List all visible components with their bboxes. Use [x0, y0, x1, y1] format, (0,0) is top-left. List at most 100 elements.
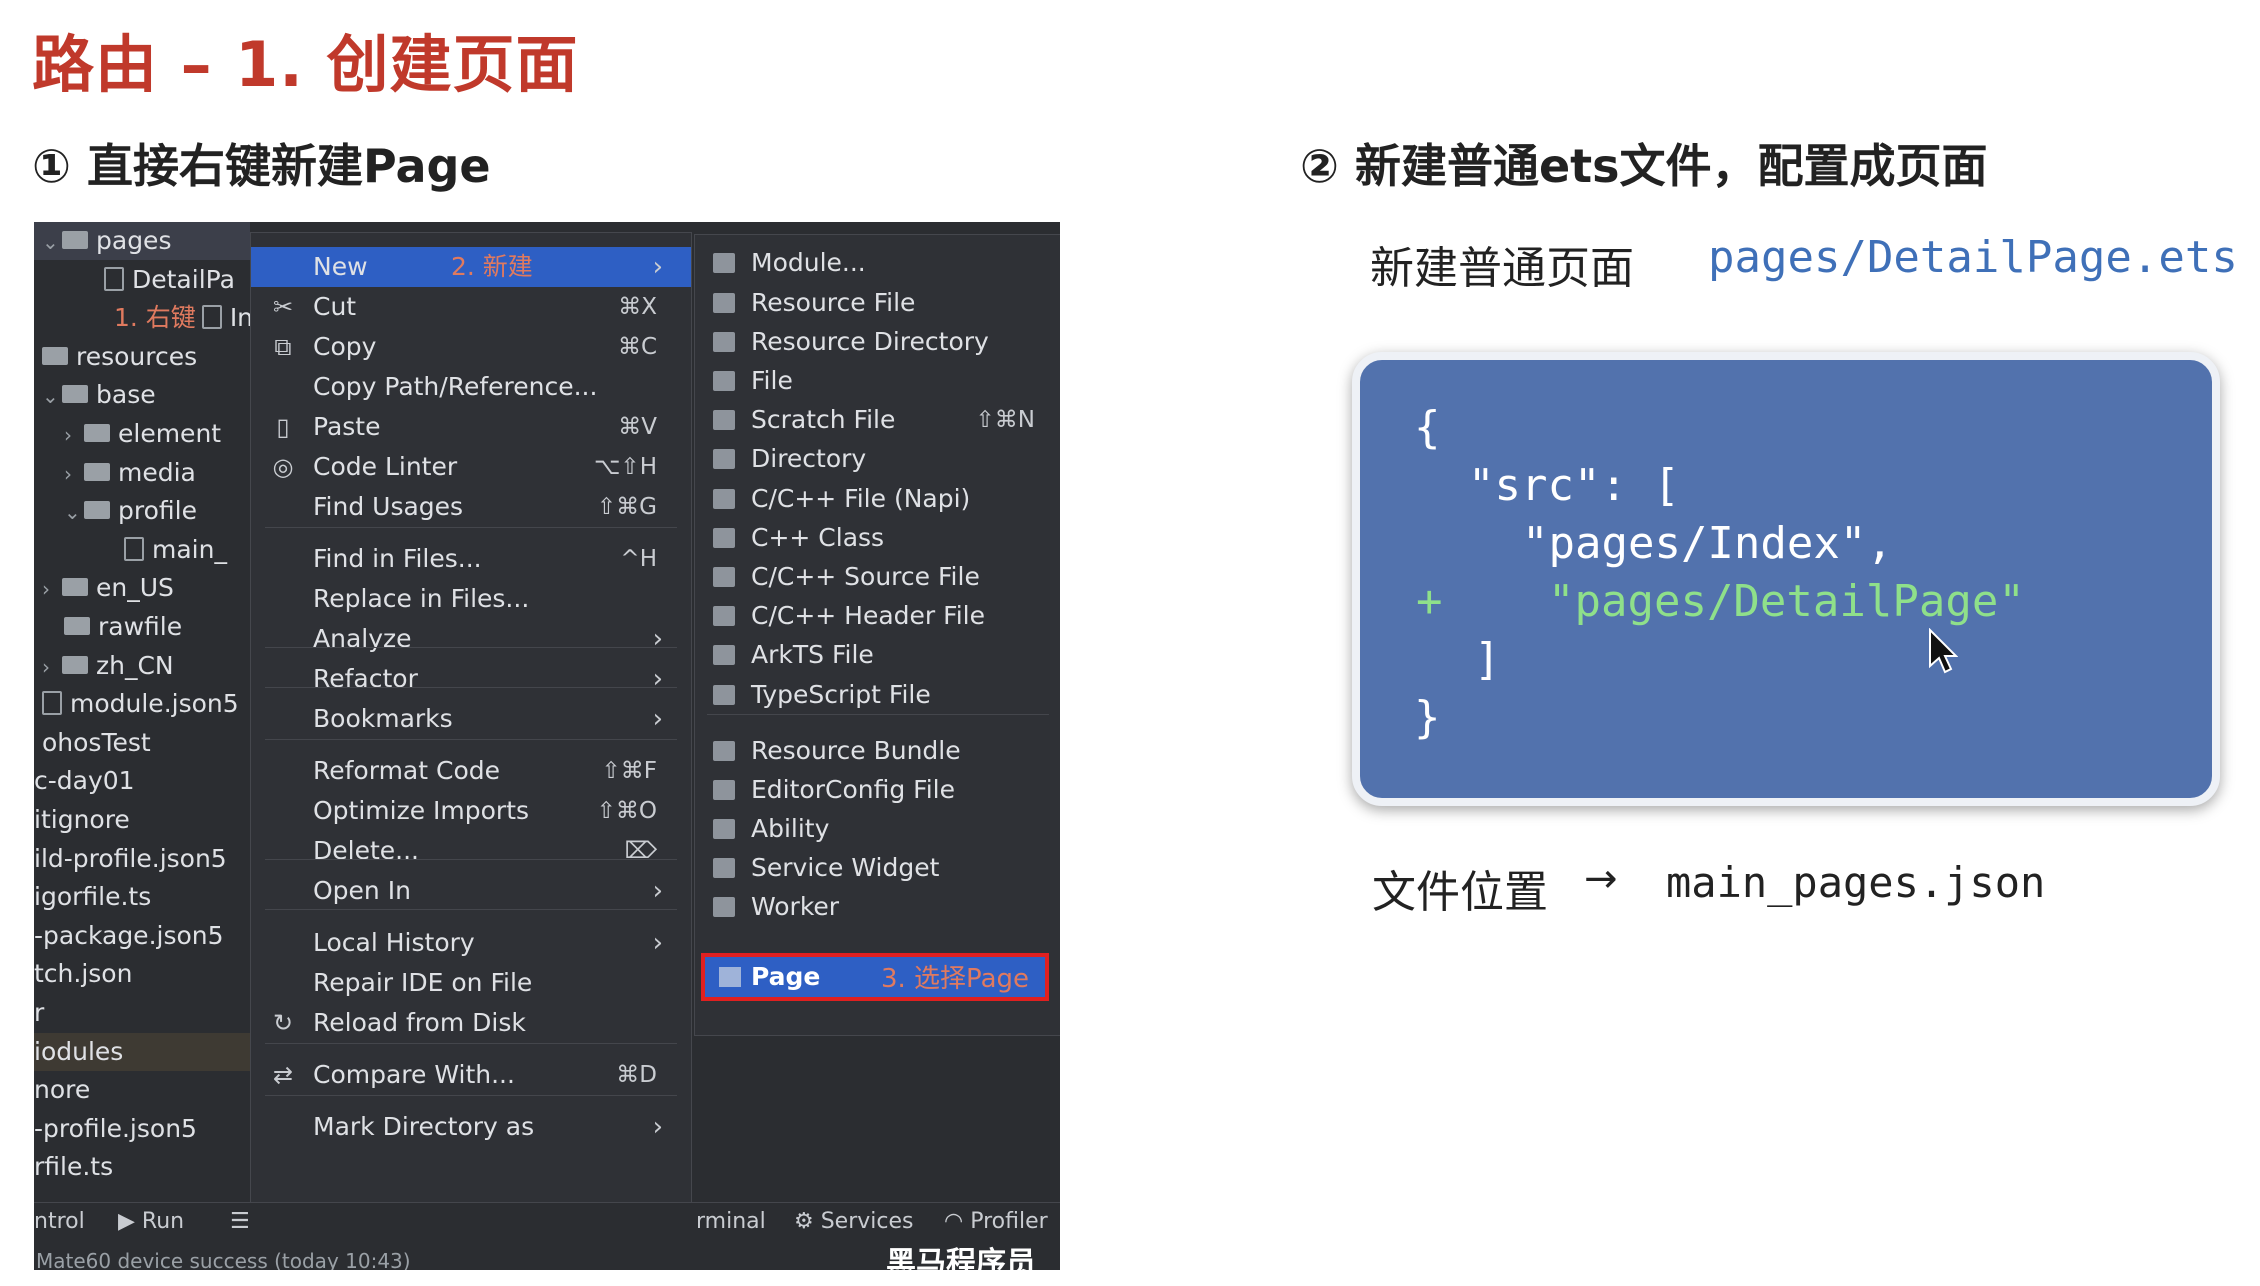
tool-version-control[interactable]: ntrol [34, 1209, 85, 1234]
submenu-item-module[interactable]: Module... [695, 243, 1060, 283]
list-icon[interactable]: ☰ [230, 1209, 250, 1234]
menu-item-label: Compare With... [313, 1060, 515, 1089]
chevron-right-icon[interactable]: › [64, 416, 84, 454]
chevron-right-icon[interactable]: › [42, 648, 62, 686]
submenu-item-editorconfig-file[interactable]: EditorConfig File [695, 770, 1060, 810]
menu-item-refactor[interactable]: Refactor › [251, 659, 691, 699]
submenu-item-resource-directory[interactable]: Resource Directory [695, 322, 1060, 362]
submenu-item-resource-bundle[interactable]: Resource Bundle [695, 731, 1060, 771]
code-line-5: ] [1474, 634, 1501, 685]
tree-item[interactable]: DetailPa [34, 261, 250, 299]
menu-item-shortcut: ⇧⌘O [596, 798, 657, 824]
submenu-item-c-c-header-file[interactable]: C/C++ Header File [695, 596, 1060, 636]
tree-item[interactable]: ild-profile.json5 [34, 840, 250, 878]
tool-run[interactable]: ▶ Run [118, 1209, 184, 1234]
submenu-item-c-c-file-napi[interactable]: C/C++ File (Napi) [695, 479, 1060, 519]
submenu-item-arkts-file[interactable]: ArkTS File [695, 635, 1060, 675]
submenu-item-typescript-file[interactable]: TypeScript File [695, 675, 1060, 715]
tree-item[interactable]: itignore [34, 801, 250, 839]
tree-item[interactable]: resources [34, 338, 250, 376]
tree-item-label: zh_CN [96, 650, 174, 680]
menu-item-paste[interactable]: ▯ Paste ⌘V [251, 407, 691, 447]
tree-item[interactable]: r [34, 994, 250, 1032]
chevron-right-icon[interactable]: › [42, 570, 62, 608]
tree-item[interactable]: rfile.ts [34, 1148, 250, 1186]
submenu-item-label: Ability [751, 814, 830, 843]
folder-icon [84, 424, 110, 442]
submenu-item-resource-file[interactable]: Resource File [695, 283, 1060, 323]
submenu-item-directory[interactable]: Directory [695, 439, 1060, 479]
tool-services[interactable]: ⚙ Services [794, 1209, 914, 1234]
tree-item[interactable]: › media [34, 454, 250, 492]
menu-item-replace-in-files[interactable]: Replace in Files... [251, 579, 691, 619]
menu-item-find-in-files[interactable]: Find in Files... ^H [251, 539, 691, 579]
tool-run-label: Run [141, 1209, 185, 1234]
tree-item[interactable]: igorfile.ts [34, 878, 250, 916]
menu-item-optimize-imports[interactable]: Optimize Imports ⇧⌘O [251, 791, 691, 831]
menu-item-local-history[interactable]: Local History › [251, 923, 691, 963]
tree-item[interactable]: c-day01 [34, 762, 250, 800]
tree-item[interactable]: › en_US [34, 569, 250, 607]
menu-item-copy[interactable]: ⧉ Copy ⌘C [251, 327, 691, 367]
tree-item[interactable]: iodules [34, 1032, 250, 1071]
menu-item-find-usages[interactable]: Find Usages ⇧⌘G [251, 487, 691, 527]
services-icon: ⚙ [794, 1209, 821, 1234]
tree-item-label: igorfile.ts [34, 882, 152, 912]
menu-item-open-in[interactable]: Open In › [251, 871, 691, 911]
menu-item-code-linter[interactable]: ◎ Code Linter ⌥⇧H [251, 447, 691, 487]
slide-title: 路由 – 1. 创建页面 [32, 28, 579, 101]
tree-item-label: pages [96, 226, 172, 255]
tree-item[interactable]: 1. 右键Index.et [34, 299, 332, 337]
submenu-item-ability[interactable]: Ability [695, 809, 1060, 849]
tree-item[interactable]: ohosTest [34, 724, 250, 762]
submenu-item-service-widget[interactable]: Service Widget [695, 848, 1060, 888]
menu-separator [265, 1095, 677, 1096]
tree-item[interactable]: ⌄ profile [34, 492, 250, 530]
submenu-item-c-class[interactable]: C++ Class [695, 518, 1060, 558]
submenu-item-file[interactable]: File [695, 361, 1060, 401]
tool-profiler[interactable]: ◠ Profiler [944, 1209, 1048, 1234]
menu-item-copy-path[interactable]: Copy Path/Reference... [251, 367, 691, 407]
chevron-down-icon[interactable]: ⌄ [64, 493, 84, 531]
tree-item[interactable]: main_ [34, 531, 250, 569]
page-icon [719, 967, 741, 987]
menu-item-cut[interactable]: ✂ Cut ⌘X [251, 287, 691, 327]
tree-item[interactable]: -profile.json5 [34, 1110, 250, 1148]
tree-item[interactable]: ⌄ base [34, 376, 250, 414]
chevron-right-icon[interactable]: › [64, 455, 84, 493]
tree-item-label: element [118, 419, 222, 448]
tree-item[interactable]: -package.json5 [34, 917, 250, 955]
tree-item[interactable]: module.json5 [34, 685, 250, 723]
submenu-item-worker[interactable]: Worker [695, 887, 1060, 927]
submenu-item-scratch-file[interactable]: Scratch File ⇧⌘N [695, 400, 1060, 440]
tree-item-label: r [34, 998, 45, 1027]
menu-item-page[interactable]: Page 3. 选择Page [701, 953, 1049, 1001]
tool-terminal[interactable]: rminal [696, 1209, 766, 1234]
menu-item-analyze[interactable]: Analyze › [251, 619, 691, 659]
menu-item-reload-from-disk[interactable]: ↻ Reload from Disk [251, 1003, 691, 1043]
menu-item-bookmarks[interactable]: Bookmarks › [251, 699, 691, 739]
tree-item[interactable]: tch.json [34, 955, 250, 993]
menu-item-page-label: Page [751, 962, 821, 991]
tree-item[interactable]: nore [34, 1071, 250, 1109]
tree-item[interactable]: ⌄ pages [34, 222, 250, 260]
tree-item[interactable]: › zh_CN [34, 647, 250, 685]
folder-icon [62, 578, 88, 597]
file-type-icon [713, 606, 735, 627]
menu-item-repair-ide[interactable]: Repair IDE on File [251, 963, 691, 1003]
tree-item-label: en_US [96, 573, 174, 603]
menu-item-mark-directory-as[interactable]: Mark Directory as › [251, 1107, 691, 1147]
tree-item[interactable]: rawfile [34, 608, 250, 646]
tree-item[interactable]: › element [34, 415, 250, 453]
submenu-item-label: Resource Directory [751, 326, 989, 356]
tree-item-label: module.json5 [70, 689, 239, 719]
chevron-down-icon[interactable]: ⌄ [42, 223, 62, 261]
menu-item-new[interactable]: New 2. 新建 › [251, 247, 691, 287]
submenu-item-c-c-source-file[interactable]: C/C++ Source File [695, 557, 1060, 597]
menu-item-delete[interactable]: Delete... ⌦ [251, 831, 691, 871]
folder-icon [62, 385, 88, 404]
menu-item-reformat-code[interactable]: Reformat Code ⇧⌘F [251, 751, 691, 791]
chevron-down-icon[interactable]: ⌄ [42, 377, 62, 415]
menu-item-compare-with[interactable]: ⇄ Compare With... ⌘D [251, 1055, 691, 1095]
clipboard-icon: ▯ [276, 413, 290, 441]
